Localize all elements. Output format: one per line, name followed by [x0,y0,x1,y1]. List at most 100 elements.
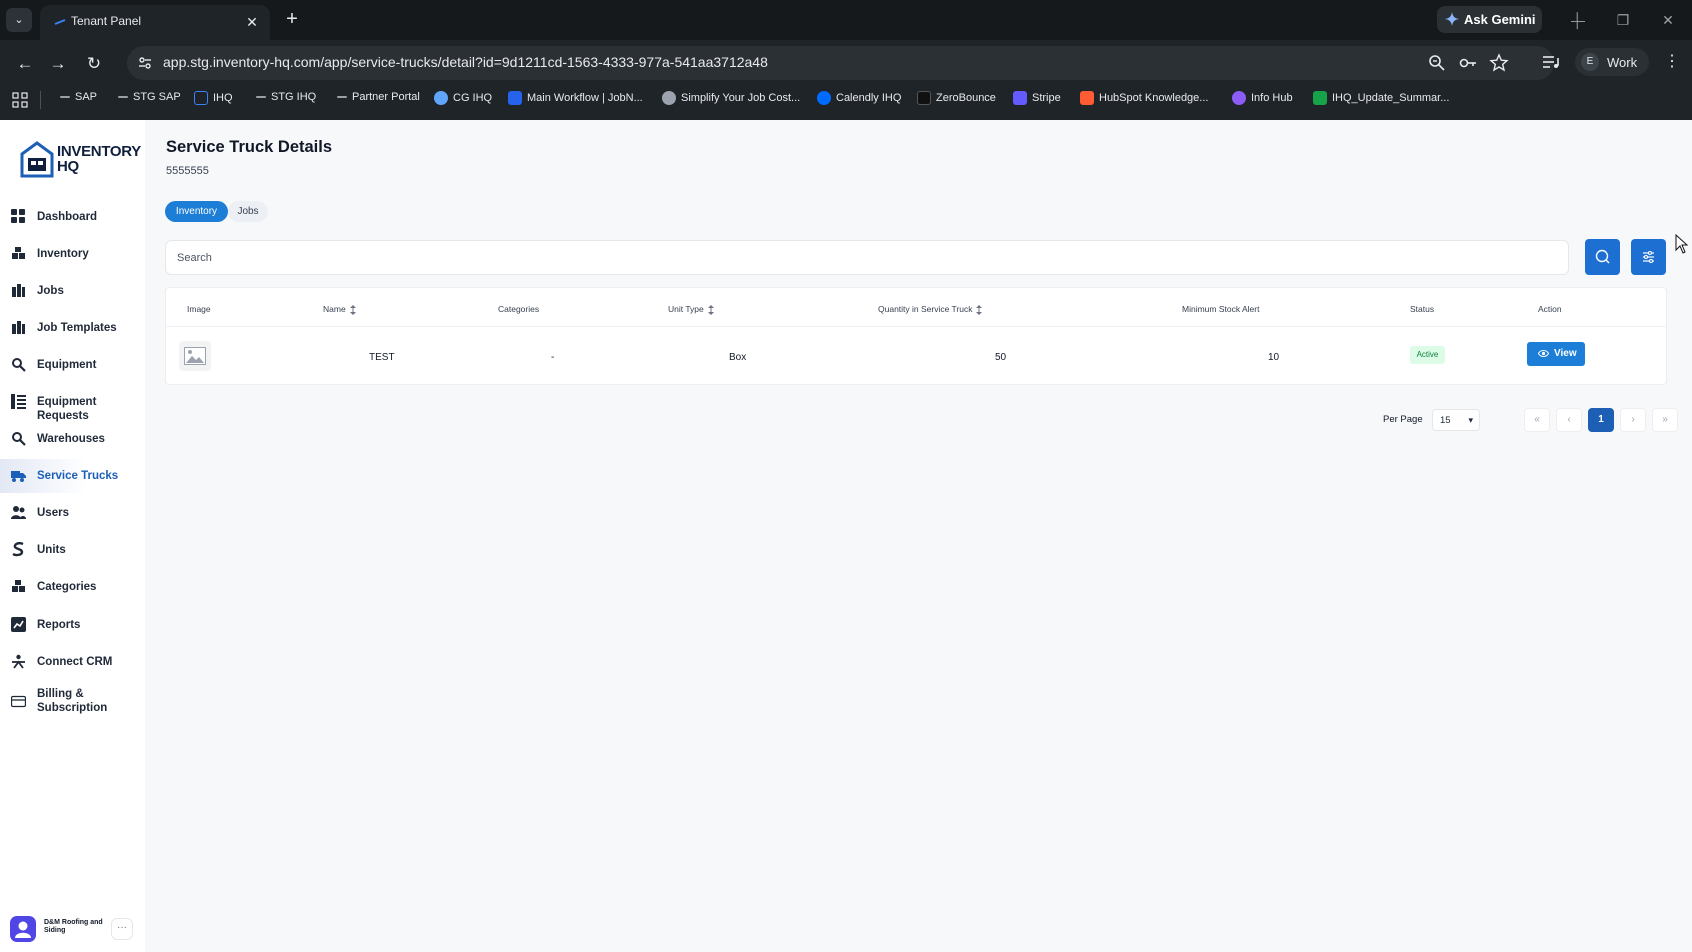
user-account[interactable]: D&M Roofing and Siding ··· [10,914,135,944]
bookmark-item[interactable]: Simplify Your Job Cost... [662,91,800,109]
apps-grid-icon[interactable] [12,92,28,108]
sidebar-item-categories[interactable]: Categories [0,570,145,604]
column-header-action: Action [1538,304,1562,314]
bookmark-label: SAP [75,91,98,104]
sidebar-item-billing[interactable]: Billing & Subscription [0,682,145,722]
eye-icon [1538,350,1549,357]
bookmark-label: IHQ_Update_Summar... [1332,92,1450,104]
units-icon [12,542,24,557]
stripe-icon [1013,91,1027,105]
profile-label: Work [1607,55,1638,70]
sidebar-item-inventory[interactable]: Inventory [0,237,145,271]
browser-tab[interactable]: Tenant Panel ✕ [40,5,270,40]
search-input[interactable]: Search [165,240,1569,275]
card-icon [11,695,26,708]
browser-menu-icon[interactable]: ⋮ [1662,52,1682,72]
bookmark-item[interactable]: IHQ_Update_Summar... [1313,91,1449,109]
bookmark-item[interactable]: IHQ [194,91,233,109]
filter-sliders-icon [1643,250,1654,264]
ask-gemini-button[interactable]: Ask Gemini [1437,6,1542,33]
bookmark-item[interactable]: STG IHQ [256,91,316,109]
sidebar-item-warehouses[interactable]: Warehouses [0,422,145,456]
sidebar-item-service-trucks[interactable]: Service Trucks [0,459,145,493]
search-placeholder: Search [177,252,212,264]
per-page-select[interactable]: 15 ▾ [1432,409,1480,431]
zoom-icon[interactable] [1427,53,1447,73]
back-icon[interactable]: ← [13,52,37,76]
bookmark-item[interactable]: HubSpot Knowledge... [1080,91,1208,109]
bookmark-star-icon[interactable] [1489,53,1509,73]
bookmark-label: HubSpot Knowledge... [1099,92,1209,104]
url-text: app.stg.inventory-hq.com/app/service-tru… [163,54,768,70]
gear-icon [12,358,26,372]
user-more-button[interactable]: ··· [111,918,133,940]
first-page-button[interactable]: « [1524,408,1550,432]
reload-icon[interactable]: ↻ [82,52,106,76]
templates-icon [12,321,25,334]
bookmark-item[interactable]: Partner Portal [337,91,420,109]
column-header-unit-type[interactable]: Unit Type [668,304,714,315]
bookmark-label: Main Workflow | JobN... [527,92,643,104]
gear-icon [12,432,26,446]
sidebar-item-equipment[interactable]: Equipment [0,348,145,382]
sidebar-item-job-templates[interactable]: Job Templates [0,311,145,345]
bookmark-item[interactable]: STG SAP [118,91,181,109]
bookmark-label: CG IHQ [453,92,493,104]
user-avatar [10,916,36,942]
tab-favicon-icon [54,19,66,25]
bookmark-item[interactable]: Info Hub [1232,91,1293,109]
sidebar-item-label: Reports [37,619,81,631]
bookmark-item[interactable]: CG IHQ [434,91,492,109]
tab-inventory[interactable]: Inventory [165,201,228,222]
globe-icon [434,91,448,105]
sidebar-item-label: Service Trucks [37,470,119,482]
sidebar-item-jobs[interactable]: Jobs [0,274,145,308]
chart-icon [11,617,26,632]
column-header-quantity[interactable]: Quantity in Service Truck [878,304,983,315]
sidebar-item-connect-crm[interactable]: Connect CRM [0,645,145,679]
tab-search-button[interactable]: ⌄ [6,8,32,32]
per-page-label: Per Page [1383,414,1423,425]
new-tab-button[interactable]: + [280,8,304,32]
next-page-button[interactable]: › [1620,408,1646,432]
sidebar-item-equipment-requests[interactable]: Equipment Requests [0,385,145,422]
profile-button[interactable]: E Work [1575,48,1649,76]
bookmark-item[interactable]: Stripe [1013,91,1061,109]
forward-icon[interactable]: → [46,52,70,76]
sidebar-item-label: Units [37,544,66,556]
minimize-icon[interactable]: — [1568,10,1588,30]
bookmark-item[interactable]: ZeroBounce [917,91,996,109]
close-window-icon[interactable]: ✕ [1658,10,1678,30]
sidebar-item-label: Dashboard [37,211,98,223]
page-1-button[interactable]: 1 [1588,408,1614,432]
last-page-button[interactable]: » [1652,408,1678,432]
view-button[interactable]: View [1527,342,1585,366]
detail-tabs: Inventory Jobs [165,201,273,222]
sidebar-item-units[interactable]: Units [0,533,145,567]
search-button[interactable] [1585,239,1620,275]
sidebar-item-label: Equipment [37,359,97,371]
media-controls-icon[interactable] [1539,50,1563,74]
bookmark-item[interactable]: Main Workflow | JobN... [508,91,643,109]
password-key-icon[interactable] [1458,53,1478,73]
brand-logo[interactable]: INVENTORY HQ [20,140,141,182]
site-info-icon[interactable] [137,55,153,71]
profile-avatar: E [1581,53,1599,71]
bookmark-item[interactable]: Calendly IHQ [817,91,901,109]
user-name: D&M Roofing and Siding [44,919,103,934]
column-header-name[interactable]: Name [323,304,356,315]
mouse-cursor-icon [1675,234,1689,254]
address-bar[interactable]: app.stg.inventory-hq.com/app/service-tru… [127,46,1554,80]
sidebar-item-dashboard[interactable]: Dashboard [0,200,145,234]
bookmark-label: ZeroBounce [936,92,996,104]
sidebar-item-users[interactable]: Users [0,496,145,530]
tab-jobs[interactable]: Jobs [228,201,268,222]
filter-button[interactable] [1631,239,1666,275]
sidebar-item-reports[interactable]: Reports [0,608,145,642]
bookmark-item[interactable]: SAP [60,91,97,109]
tab-strip: ⌄ Tenant Panel ✕ + Ask Gemini │ — ❐ ✕ [0,0,1692,40]
prev-page-button[interactable]: ‹ [1556,408,1582,432]
brand-name: INVENTORY HQ [57,144,141,174]
restore-icon[interactable]: ❐ [1613,10,1633,30]
close-tab-icon[interactable]: ✕ [242,12,262,32]
